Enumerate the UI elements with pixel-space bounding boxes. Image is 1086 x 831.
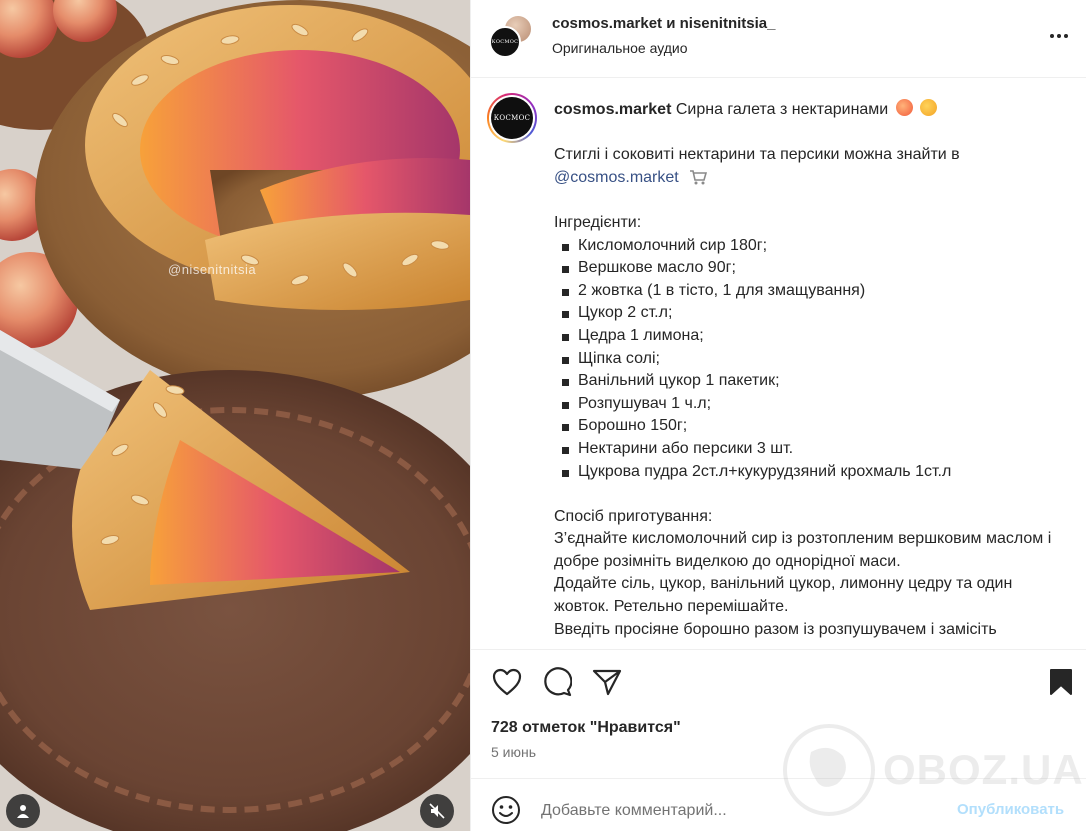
galette-photo [0, 0, 470, 831]
method-step: Додайте сіль, цукор, ванільний цукор, ли… [554, 575, 1013, 616]
heart-icon [492, 668, 522, 696]
ingredient-item: Нектарини або персики 3 шт. [560, 438, 1054, 461]
ingredient-item: Вершкове масло 90г; [560, 257, 1054, 280]
share-button[interactable] [591, 666, 623, 698]
post-actions: 728 отметок "Нравится" 5 июнь [471, 649, 1086, 779]
ingredient-item: Цукрова пудра 2ст.л+кукурудзяний крохмал… [560, 461, 1054, 484]
bookmark-icon [1050, 669, 1072, 695]
more-options-button[interactable] [1045, 24, 1073, 48]
logo-text: КОСМОС [491, 39, 519, 45]
shopping-cart-icon [690, 169, 708, 185]
collab-avatars[interactable]: КОСМОС [489, 14, 533, 58]
smiling-face-emoji-icon [920, 99, 938, 116]
ingredient-item: Ванільний цукор 1 пакетик; [560, 370, 1054, 393]
ingredient-item: Щіпка солі; [560, 348, 1054, 371]
post-side-panel: КОСМОС cosmos.market и nisenitnitsia_ Ор… [470, 0, 1086, 831]
media-watermark-handle: @nisenitnitsia [168, 262, 257, 277]
likes-count[interactable]: 728 отметок "Нравится" [491, 719, 681, 737]
caption-headline: Сирна галета з нектаринами [675, 101, 889, 118]
ingredients-title: Інгредієнти: [554, 213, 642, 231]
caption-avatar[interactable]: КОСМОС [487, 93, 537, 143]
like-button[interactable] [491, 666, 523, 698]
post-media[interactable]: @nisenitnitsia [0, 0, 470, 831]
method-title: Спосіб приготування: [554, 507, 713, 525]
ingredient-item: 2 жовтка (1 в тісто, 1 для змащування) [560, 280, 1054, 303]
ingredients-list: Кисломолочний сир 180г; Вершкове масло 9… [554, 235, 1054, 484]
method-step: Введіть просіяне борошно разом із розпуш… [554, 620, 997, 638]
ingredient-item: Цукор 2 ст.л; [560, 302, 1054, 325]
avatar-cosmos-market[interactable]: КОСМОС [489, 26, 521, 58]
caption-text: cosmos.market Сирна галета з нектаринами… [554, 99, 1054, 641]
caption-scroll-area[interactable]: КОСМОС cosmos.market Сирна галета з нект… [471, 79, 1086, 649]
tagged-users-button[interactable] [6, 794, 40, 828]
comment-input[interactable] [541, 798, 941, 824]
emoji-picker-button[interactable] [491, 795, 521, 825]
caption-intro: Стиглі і соковиті нектарини та персики м… [554, 146, 960, 164]
speaker-muted-icon [429, 803, 445, 819]
mention-link[interactable]: @cosmos.market [554, 169, 679, 186]
smiley-icon [492, 796, 520, 824]
audio-link[interactable]: Оригинальное аудио [552, 40, 688, 56]
post-header: КОСМОС cosmos.market и nisenitnitsia_ Ор… [471, 0, 1086, 78]
comment-button[interactable] [541, 666, 573, 698]
post-comment-button[interactable]: Опубликовать [957, 801, 1064, 818]
ingredient-item: Цедра 1 лимона; [560, 325, 1054, 348]
post-authors[interactable]: cosmos.market и nisenitnitsia_ [552, 15, 775, 32]
ingredient-item: Розпушувач 1 ч.л; [560, 393, 1054, 416]
logo-text: КОСМОС [493, 114, 531, 122]
user-icon [17, 805, 29, 818]
comment-bubble-icon [544, 667, 572, 697]
method-step: З’єднайте кисломолочний сир із розтоплен… [554, 530, 1052, 570]
ingredient-item: Кисломолочний сир 180г; [560, 235, 1054, 258]
ingredient-item: Борошно 150г; [560, 415, 1054, 438]
comment-bar: Опубликовать [471, 780, 1086, 831]
more-icon [1050, 34, 1054, 38]
save-button[interactable] [1045, 666, 1077, 698]
paper-plane-icon [592, 669, 622, 696]
caption-username[interactable]: cosmos.market [554, 101, 671, 118]
mute-toggle-button[interactable] [420, 794, 454, 828]
peach-emoji-icon [895, 99, 913, 116]
post-date[interactable]: 5 июнь [491, 744, 536, 760]
